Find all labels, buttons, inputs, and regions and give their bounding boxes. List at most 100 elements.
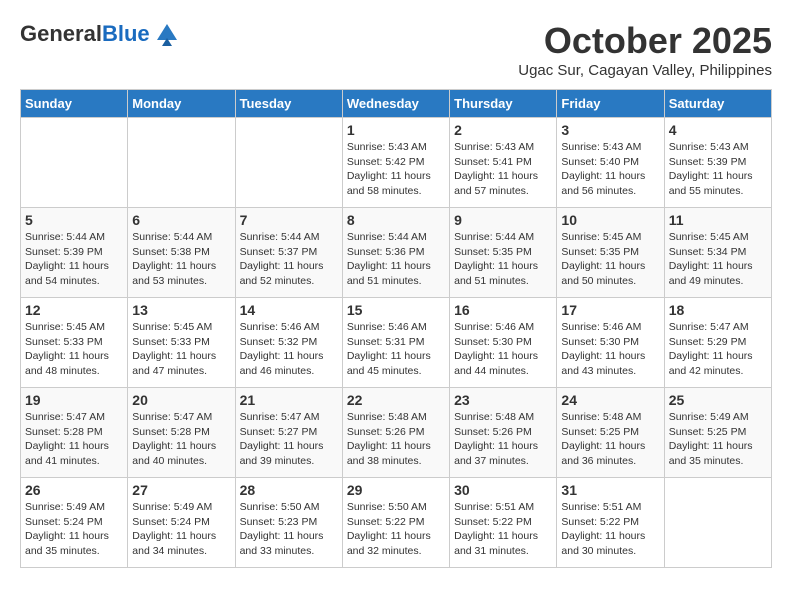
calendar-cell: 3 Sunrise: 5:43 AM Sunset: 5:40 PM Daylig… bbox=[557, 118, 664, 208]
calendar-cell: 2Sunrise: 5:43 AM Sunset: 5:41 PM Daylig… bbox=[450, 118, 557, 208]
day-number: 23 bbox=[454, 392, 552, 408]
day-header-monday: Monday bbox=[128, 90, 235, 118]
day-info: Sunrise: 5:44 AM Sunset: 5:35 PM Dayligh… bbox=[454, 230, 552, 289]
day-number: 12 bbox=[25, 302, 123, 318]
day-info: Sunrise: 5:48 AM Sunset: 5:26 PM Dayligh… bbox=[454, 410, 552, 469]
calendar-week-1: 1Sunrise: 5:43 AM Sunset: 5:42 PM Daylig… bbox=[21, 118, 772, 208]
day-number: 30 bbox=[454, 482, 552, 498]
day-number: 22 bbox=[347, 392, 445, 408]
title-block: October 2025 Ugac Sur, Cagayan Valley, P… bbox=[518, 20, 772, 79]
calendar-cell: 10 Sunrise: 5:45 AM Sunset: 5:35 PM Dayli… bbox=[557, 208, 664, 298]
day-number: 28 bbox=[240, 482, 338, 498]
calendar-cell bbox=[21, 118, 128, 208]
day-info: Sunrise: 5:47 AM Sunset: 5:29 PM Dayligh… bbox=[669, 320, 767, 379]
day-number: 24 bbox=[561, 392, 659, 408]
day-info: Sunrise: 5:44 AM Sunset: 5:38 PM Dayligh… bbox=[132, 230, 230, 289]
day-number: 11 bbox=[669, 212, 767, 228]
calendar-cell: 1Sunrise: 5:43 AM Sunset: 5:42 PM Daylig… bbox=[342, 118, 449, 208]
day-info: Sunrise: 5:46 AM Sunset: 5:31 PM Dayligh… bbox=[347, 320, 445, 379]
day-info: Sunrise: 5:43 AM Sunset: 5:40 PM Dayligh… bbox=[561, 140, 659, 199]
day-info: Sunrise: 5:46 AM Sunset: 5:32 PM Dayligh… bbox=[240, 320, 338, 379]
calendar-cell: 12 Sunrise: 5:45 AM Sunset: 5:33 PM Dayli… bbox=[21, 298, 128, 388]
day-number: 31 bbox=[561, 482, 659, 498]
day-info: Sunrise: 5:43 AM Sunset: 5:41 PM Dayligh… bbox=[454, 140, 552, 199]
day-number: 14 bbox=[240, 302, 338, 318]
day-header-friday: Friday bbox=[557, 90, 664, 118]
day-number: 7 bbox=[240, 212, 338, 228]
calendar-cell: 13 Sunrise: 5:45 AM Sunset: 5:33 PM Dayli… bbox=[128, 298, 235, 388]
calendar-cell: 14 Sunrise: 5:46 AM Sunset: 5:32 PM Dayli… bbox=[235, 298, 342, 388]
day-header-wednesday: Wednesday bbox=[342, 90, 449, 118]
day-number: 1 bbox=[347, 122, 445, 138]
day-header-tuesday: Tuesday bbox=[235, 90, 342, 118]
location: Ugac Sur, Cagayan Valley, Philippines bbox=[518, 62, 772, 79]
day-number: 15 bbox=[347, 302, 445, 318]
day-number: 10 bbox=[561, 212, 659, 228]
day-number: 3 bbox=[561, 122, 659, 138]
calendar-cell: 8Sunrise: 5:44 AM Sunset: 5:36 PM Daylig… bbox=[342, 208, 449, 298]
day-info: Sunrise: 5:49 AM Sunset: 5:24 PM Dayligh… bbox=[132, 500, 230, 559]
calendar-cell: 15 Sunrise: 5:46 AM Sunset: 5:31 PM Dayli… bbox=[342, 298, 449, 388]
calendar-cell: 19 Sunrise: 5:47 AM Sunset: 5:28 PM Dayli… bbox=[21, 388, 128, 478]
day-info: Sunrise: 5:47 AM Sunset: 5:27 PM Dayligh… bbox=[240, 410, 338, 469]
calendar-cell: 22 Sunrise: 5:48 AM Sunset: 5:26 PM Dayli… bbox=[342, 388, 449, 478]
day-number: 20 bbox=[132, 392, 230, 408]
calendar-cell bbox=[128, 118, 235, 208]
logo-general: General bbox=[20, 21, 102, 46]
calendar-cell: 31Sunrise: 5:51 AM Sunset: 5:22 PM Dayli… bbox=[557, 478, 664, 568]
day-number: 17 bbox=[561, 302, 659, 318]
day-info: Sunrise: 5:45 AM Sunset: 5:35 PM Dayligh… bbox=[561, 230, 659, 289]
month-title: October 2025 bbox=[518, 20, 772, 62]
day-number: 26 bbox=[25, 482, 123, 498]
calendar-week-3: 12 Sunrise: 5:45 AM Sunset: 5:33 PM Dayli… bbox=[21, 298, 772, 388]
day-number: 5 bbox=[25, 212, 123, 228]
calendar-cell: 30Sunrise: 5:51 AM Sunset: 5:22 PM Dayli… bbox=[450, 478, 557, 568]
day-header-sunday: Sunday bbox=[21, 90, 128, 118]
day-number: 19 bbox=[25, 392, 123, 408]
day-headers-row: SundayMondayTuesdayWednesdayThursdayFrid… bbox=[21, 90, 772, 118]
calendar-table: SundayMondayTuesdayWednesdayThursdayFrid… bbox=[20, 89, 772, 568]
day-number: 29 bbox=[347, 482, 445, 498]
day-info: Sunrise: 5:47 AM Sunset: 5:28 PM Dayligh… bbox=[132, 410, 230, 469]
calendar-cell: 4 Sunrise: 5:43 AM Sunset: 5:39 PM Daylig… bbox=[664, 118, 771, 208]
day-number: 9 bbox=[454, 212, 552, 228]
calendar-cell: 17 Sunrise: 5:46 AM Sunset: 5:30 PM Dayli… bbox=[557, 298, 664, 388]
day-info: Sunrise: 5:46 AM Sunset: 5:30 PM Dayligh… bbox=[561, 320, 659, 379]
logo-blue: Blue bbox=[102, 21, 150, 46]
day-info: Sunrise: 5:49 AM Sunset: 5:24 PM Dayligh… bbox=[25, 500, 123, 559]
day-number: 4 bbox=[669, 122, 767, 138]
day-number: 8 bbox=[347, 212, 445, 228]
page-header: GeneralBlue October 2025 Ugac Sur, Cagay… bbox=[20, 20, 772, 79]
calendar-cell: 5Sunrise: 5:44 AM Sunset: 5:39 PM Daylig… bbox=[21, 208, 128, 298]
calendar-cell: 6 Sunrise: 5:44 AM Sunset: 5:38 PM Daylig… bbox=[128, 208, 235, 298]
day-number: 6 bbox=[132, 212, 230, 228]
calendar-cell: 9 Sunrise: 5:44 AM Sunset: 5:35 PM Daylig… bbox=[450, 208, 557, 298]
day-info: Sunrise: 5:45 AM Sunset: 5:34 PM Dayligh… bbox=[669, 230, 767, 289]
calendar-cell: 26 Sunrise: 5:49 AM Sunset: 5:24 PM Dayli… bbox=[21, 478, 128, 568]
day-number: 27 bbox=[132, 482, 230, 498]
day-header-saturday: Saturday bbox=[664, 90, 771, 118]
calendar-cell: 27 Sunrise: 5:49 AM Sunset: 5:24 PM Dayli… bbox=[128, 478, 235, 568]
calendar-cell bbox=[664, 478, 771, 568]
calendar-cell: 20 Sunrise: 5:47 AM Sunset: 5:28 PM Dayli… bbox=[128, 388, 235, 478]
calendar-week-5: 26 Sunrise: 5:49 AM Sunset: 5:24 PM Dayli… bbox=[21, 478, 772, 568]
day-info: Sunrise: 5:45 AM Sunset: 5:33 PM Dayligh… bbox=[132, 320, 230, 379]
calendar-cell: 24Sunrise: 5:48 AM Sunset: 5:25 PM Dayli… bbox=[557, 388, 664, 478]
day-info: Sunrise: 5:43 AM Sunset: 5:39 PM Dayligh… bbox=[669, 140, 767, 199]
day-number: 16 bbox=[454, 302, 552, 318]
day-info: Sunrise: 5:48 AM Sunset: 5:26 PM Dayligh… bbox=[347, 410, 445, 469]
day-number: 18 bbox=[669, 302, 767, 318]
calendar-cell: 29Sunrise: 5:50 AM Sunset: 5:22 PM Dayli… bbox=[342, 478, 449, 568]
logo: GeneralBlue bbox=[20, 20, 182, 48]
calendar-cell: 21Sunrise: 5:47 AM Sunset: 5:27 PM Dayli… bbox=[235, 388, 342, 478]
day-info: Sunrise: 5:49 AM Sunset: 5:25 PM Dayligh… bbox=[669, 410, 767, 469]
day-info: Sunrise: 5:45 AM Sunset: 5:33 PM Dayligh… bbox=[25, 320, 123, 379]
day-info: Sunrise: 5:50 AM Sunset: 5:23 PM Dayligh… bbox=[240, 500, 338, 559]
calendar-cell: 28 Sunrise: 5:50 AM Sunset: 5:23 PM Dayli… bbox=[235, 478, 342, 568]
calendar-cell: 16Sunrise: 5:46 AM Sunset: 5:30 PM Dayli… bbox=[450, 298, 557, 388]
calendar-cell: 7Sunrise: 5:44 AM Sunset: 5:37 PM Daylig… bbox=[235, 208, 342, 298]
calendar-cell: 25Sunrise: 5:49 AM Sunset: 5:25 PM Dayli… bbox=[664, 388, 771, 478]
calendar-cell: 18 Sunrise: 5:47 AM Sunset: 5:29 PM Dayli… bbox=[664, 298, 771, 388]
day-number: 13 bbox=[132, 302, 230, 318]
day-info: Sunrise: 5:47 AM Sunset: 5:28 PM Dayligh… bbox=[25, 410, 123, 469]
